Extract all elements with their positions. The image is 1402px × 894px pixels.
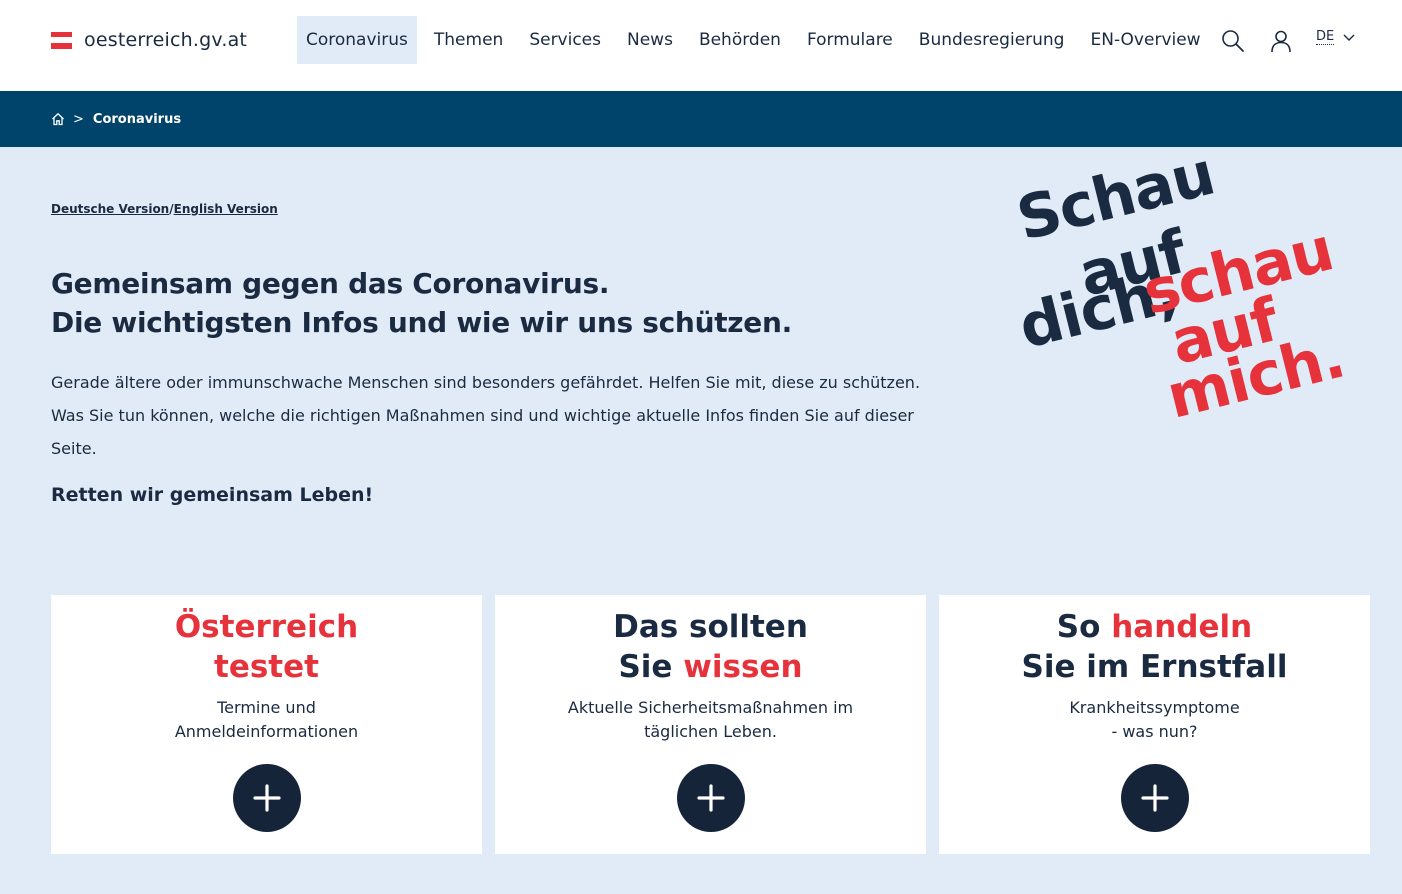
logo-text: oesterreich.gv.at xyxy=(84,29,248,51)
language-label: DE xyxy=(1316,29,1335,45)
nav-item-formulare[interactable]: Formulare xyxy=(798,16,902,64)
search-icon[interactable] xyxy=(1220,28,1246,54)
main-navigation: Coronavirus Themen Services News Behörde… xyxy=(297,16,1210,64)
plus-icon xyxy=(1141,784,1169,812)
card-subtitle: Termine und Anmeldeinformationen xyxy=(174,698,359,741)
breadcrumb: > Coronavirus xyxy=(0,91,1402,147)
nav-item-behoerden[interactable]: Behörden xyxy=(690,16,790,64)
expand-button[interactable] xyxy=(1121,764,1189,832)
page-title: Gemeinsam gegen das Coronavirus. Die wic… xyxy=(51,264,951,342)
headline-line-2: Die wichtigsten Infos und wie wir uns sc… xyxy=(51,306,792,339)
nav-item-coronavirus[interactable]: Coronavirus xyxy=(297,16,417,64)
nav-item-services[interactable]: Services xyxy=(520,16,610,64)
user-icon[interactable] xyxy=(1268,28,1294,54)
plus-icon xyxy=(253,784,281,812)
language-selector[interactable]: DE xyxy=(1316,30,1355,45)
card-oesterreich-testet[interactable]: Österreich testet Termine und Anmeldeinf… xyxy=(51,595,482,854)
english-version-link[interactable]: English Version xyxy=(174,202,278,216)
card-subtitle: Aktuelle Sicherheitsmaßnahmen im täglich… xyxy=(567,698,854,741)
intro-text: Gerade ältere oder immunschwache Mensche… xyxy=(51,373,921,458)
nav-item-themen[interactable]: Themen xyxy=(425,16,512,64)
card-das-sollten-sie-wissen[interactable]: Das sollten Sie wissen Aktuelle Sicherhe… xyxy=(495,595,926,854)
headline-line-1: Gemeinsam gegen das Coronavirus. xyxy=(51,267,610,300)
language-links: Deutsche Version/English Version xyxy=(51,202,278,216)
breadcrumb-current: Coronavirus xyxy=(92,111,182,127)
card-title: So handeln Sie im Ernstfall xyxy=(1021,609,1288,685)
card-subtitle: Krankheitssymptome - was nun? xyxy=(1069,698,1240,741)
plus-icon xyxy=(697,784,725,812)
card-title: Österreich testet xyxy=(174,609,359,685)
breadcrumb-separator: > xyxy=(73,111,84,127)
home-icon[interactable] xyxy=(51,112,65,126)
campaign-slogan-graphic: Schau auf dich, schau auf mich. xyxy=(1010,139,1354,433)
austrian-flag-icon xyxy=(51,31,72,49)
card-title: Das sollten Sie wissen xyxy=(613,609,808,685)
nav-item-bundesregierung[interactable]: Bundesregierung xyxy=(910,16,1074,64)
site-logo[interactable]: oesterreich.gv.at xyxy=(51,29,247,51)
site-header: oesterreich.gv.at Coronavirus Themen Ser… xyxy=(0,0,1402,91)
nav-item-en-overview[interactable]: EN-Overview xyxy=(1081,16,1209,64)
nav-item-news[interactable]: News xyxy=(618,16,682,64)
card-so-handeln-sie-im-ernstfall[interactable]: So handeln Sie im Ernstfall Krankheitssy… xyxy=(939,595,1370,854)
expand-button[interactable] xyxy=(677,764,745,832)
german-version-link[interactable]: Deutsche Version xyxy=(51,202,169,216)
chevron-down-icon xyxy=(1343,34,1355,42)
intro-subhead: Retten wir gemeinsam Leben! xyxy=(51,484,374,506)
expand-button[interactable] xyxy=(233,764,301,832)
